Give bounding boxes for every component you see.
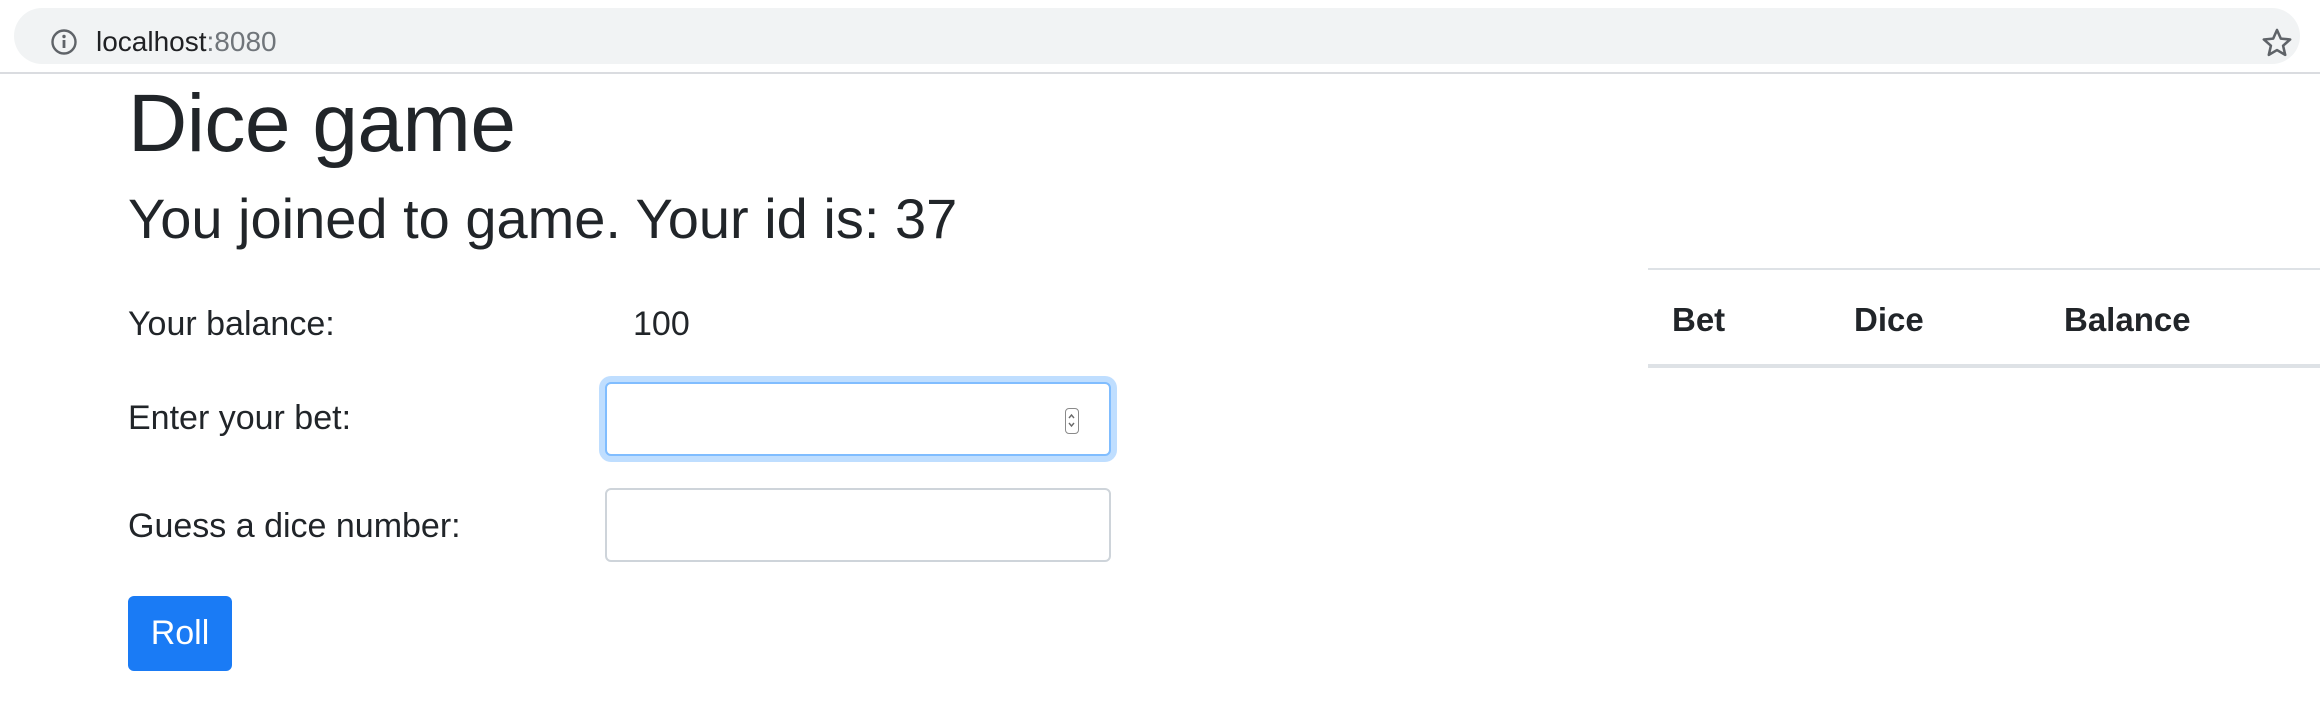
column-header-dice: Dice (1854, 301, 1924, 338)
joined-message: You joined to game. Your id is: 37 (128, 187, 958, 250)
bookmark-star-icon[interactable] (2260, 26, 2294, 60)
bet-label: Enter your bet: (128, 399, 352, 437)
url-text[interactable]: localhost:8080 (96, 24, 277, 60)
spinner-arrows-icon (1068, 413, 1075, 428)
page-title: Dice game (128, 78, 516, 169)
guess-label: Guess a dice number: (128, 507, 461, 545)
address-bar[interactable]: localhost:8080 (14, 8, 2300, 64)
balance-label: Your balance: (128, 305, 335, 343)
bet-input[interactable] (605, 382, 1111, 456)
url-port: :8080 (206, 26, 277, 57)
balance-value: 100 (633, 305, 690, 343)
url-host: localhost (96, 26, 207, 57)
roll-button[interactable]: Roll (128, 596, 232, 671)
history-table: Bet Dice Balance (1648, 268, 2320, 368)
column-header-bet: Bet (1672, 301, 1726, 338)
column-header-balance: Balance (2064, 301, 2191, 338)
guess-input[interactable] (605, 488, 1111, 562)
info-icon[interactable] (50, 28, 78, 56)
number-spinner[interactable] (1065, 408, 1079, 434)
browser-toolbar: localhost:8080 (0, 0, 2320, 74)
